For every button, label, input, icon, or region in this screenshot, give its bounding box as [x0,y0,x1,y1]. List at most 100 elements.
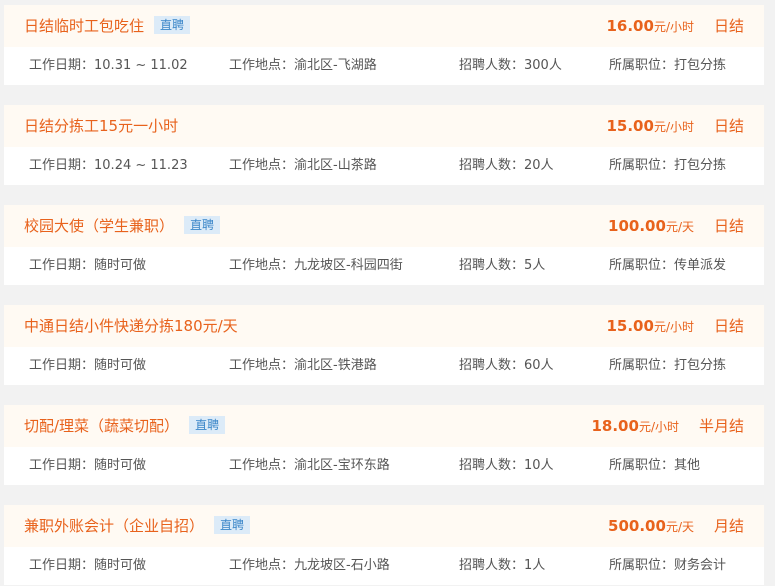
job-position: 所属职位：财务会计 [609,547,726,585]
salary-unit: 元/小时 [653,320,694,334]
job-title[interactable]: 日结临时工包吃住 [24,17,144,35]
work-date: 工作日期：随时可做 [29,547,146,585]
work-location-label: 工作地点： [229,258,295,273]
salary-unit: 元/小时 [638,420,679,434]
job-card-header: 切配/理菜（蔬菜切配） 直聘 18.00元/小时 半月结 [4,405,764,447]
job-title[interactable]: 日结分拣工15元一小时 [24,117,178,135]
salary-area: 500.00元/天 月结 [608,505,744,547]
work-location-value: 渝北区-铁港路 [294,358,377,373]
job-card[interactable]: 日结分拣工15元一小时 15.00元/小时 日结工作日期：10.24 ~ 11.23… [4,105,764,185]
job-position: 所属职位：其他 [609,447,700,485]
work-date: 工作日期：随时可做 [29,347,146,385]
job-position: 所属职位：打包分拣 [609,147,726,185]
work-date: 工作日期：10.31 ~ 11.02 [29,47,188,85]
job-position-label: 所属职位： [609,58,675,73]
hiring-count-label: 招聘人数： [459,458,525,473]
work-date-value: 随时可做 [94,258,147,273]
job-position-value: 打包分拣 [674,358,727,373]
salary-amount: 15.00 [606,117,654,135]
salary-area: 16.00元/小时 日结 [606,5,744,47]
hiring-count-label: 招聘人数： [459,158,525,173]
job-position-value: 传单派发 [674,258,727,273]
hiring-count-value: 20人 [524,158,554,173]
work-date-label: 工作日期： [29,158,95,173]
work-date: 工作日期：随时可做 [29,247,146,285]
job-title[interactable]: 切配/理菜（蔬菜切配） [24,417,179,435]
salary-area: 18.00元/小时 半月结 [591,405,744,447]
work-location-value: 渝北区-山茶路 [294,158,377,173]
direct-hire-badge: 直聘 [154,16,191,34]
hiring-count-label: 招聘人数： [459,258,525,273]
hiring-count: 招聘人数：1人 [459,547,545,585]
work-date-label: 工作日期： [29,58,95,73]
work-date: 工作日期：10.24 ~ 11.23 [29,147,188,185]
work-location-label: 工作地点： [229,558,295,573]
hiring-count-value: 10人 [524,458,554,473]
salary-unit: 元/天 [665,520,694,534]
salary-amount: 100.00 [608,217,666,235]
salary-unit: 元/小时 [653,20,694,34]
salary-area: 15.00元/小时 日结 [606,305,744,347]
hiring-count: 招聘人数：300人 [459,47,562,85]
direct-hire-badge: 直聘 [189,416,226,434]
work-location-value: 渝北区-宝环东路 [294,458,390,473]
salary-amount: 500.00 [608,517,666,535]
work-date: 工作日期：随时可做 [29,447,146,485]
work-date-label: 工作日期： [29,558,95,573]
job-card[interactable]: 中通日结小件快递分拣180元/天 15.00元/小时 日结工作日期：随时可做 工作地点… [4,305,764,385]
job-title-link[interactable]: 兼职外账会计（企业自招） 直聘 [24,505,251,547]
job-title[interactable]: 兼职外账会计（企业自招） [24,517,204,535]
hiring-count: 招聘人数：5人 [459,247,545,285]
work-location-label: 工作地点： [229,358,295,373]
job-card[interactable]: 切配/理菜（蔬菜切配） 直聘 18.00元/小时 半月结 工作日期：随时可做 工作地点：渝… [4,405,764,485]
job-title-link[interactable]: 中通日结小件快递分拣180元/天 [24,305,238,347]
job-position-label: 所属职位： [609,158,675,173]
hiring-count: 招聘人数：20人 [459,147,554,185]
job-title-link[interactable]: 校园大使（学生兼职） 直聘 [24,205,221,247]
salary-unit: 元/小时 [653,120,694,134]
work-location: 工作地点：九龙坡区-石小路 [229,547,390,585]
job-card-header: 日结分拣工15元一小时 15.00元/小时 日结 [4,105,764,147]
job-title-link[interactable]: 切配/理菜（蔬菜切配） 直聘 [24,405,226,447]
work-date-value: 随时可做 [94,558,147,573]
work-location: 工作地点：渝北区-山茶路 [229,147,377,185]
job-title[interactable]: 中通日结小件快递分拣180元/天 [24,317,238,335]
hiring-count-label: 招聘人数： [459,358,525,373]
job-card[interactable]: 日结临时工包吃住 直聘 16.00元/小时 日结 工作日期：10.31 ~ 11.02 工… [4,5,764,85]
settlement-type: 月结 [713,517,744,535]
job-card[interactable]: 兼职外账会计（企业自招） 直聘 500.00元/天 月结工作日期：随时可做 工作地点：九… [4,505,764,585]
work-date-value: 随时可做 [94,458,147,473]
hiring-count-label: 招聘人数： [459,558,525,573]
salary-area: 100.00元/天 日结 [608,205,744,247]
salary-unit: 元/天 [665,220,694,234]
job-card-header: 日结临时工包吃住 直聘 16.00元/小时 日结 [4,5,764,47]
job-title-link[interactable]: 日结分拣工15元一小时 [24,105,178,147]
work-location-value: 九龙坡区-石小路 [294,558,390,573]
job-card-header: 校园大使（学生兼职） 直聘 100.00元/天 日结 [4,205,764,247]
hiring-count-value: 5人 [524,258,546,273]
job-card[interactable]: 校园大使（学生兼职） 直聘 100.00元/天 日结 工作日期：随时可做 工作地点：九龙坡… [4,205,764,285]
job-title[interactable]: 校园大使（学生兼职） [24,217,174,235]
work-date-value: 随时可做 [94,358,147,373]
hiring-count-label: 招聘人数： [459,58,525,73]
settlement-type: 日结 [713,117,744,135]
job-position: 所属职位：传单派发 [609,247,726,285]
direct-hire-badge: 直聘 [184,216,221,234]
work-date-label: 工作日期： [29,258,95,273]
work-location-label: 工作地点： [229,58,295,73]
work-date-label: 工作日期： [29,458,95,473]
work-location: 工作地点：渝北区-飞湖路 [229,47,377,85]
job-position-label: 所属职位： [609,358,675,373]
hiring-count-value: 1人 [524,558,546,573]
work-date-value: 10.24 ~ 11.23 [94,158,188,173]
settlement-type: 日结 [713,17,744,35]
work-location: 工作地点：渝北区-宝环东路 [229,447,390,485]
salary-amount: 15.00 [606,317,654,335]
job-position-value: 财务会计 [674,558,727,573]
job-card-header: 兼职外账会计（企业自招） 直聘 500.00元/天 月结 [4,505,764,547]
salary-amount: 16.00 [606,17,654,35]
job-position-value: 打包分拣 [674,58,727,73]
work-location: 工作地点：渝北区-铁港路 [229,347,377,385]
job-title-link[interactable]: 日结临时工包吃住 直聘 [24,5,191,47]
settlement-type: 半月结 [698,417,744,435]
